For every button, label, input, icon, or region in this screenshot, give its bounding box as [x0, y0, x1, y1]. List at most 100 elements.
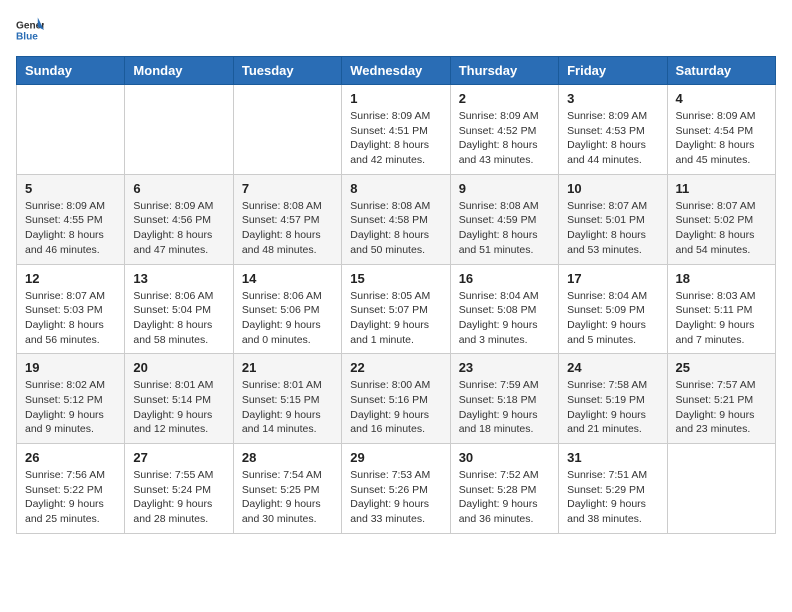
- day-info: Sunrise: 7:51 AM Sunset: 5:29 PM Dayligh…: [567, 468, 658, 527]
- day-number: 22: [350, 360, 441, 375]
- calendar-cell: 31 Sunrise: 7:51 AM Sunset: 5:29 PM Dayli…: [559, 444, 667, 534]
- day-info: Sunrise: 8:06 AM Sunset: 5:04 PM Dayligh…: [133, 289, 224, 348]
- day-number: 31: [567, 450, 658, 465]
- day-of-week-header: Friday: [559, 57, 667, 85]
- day-info: Sunrise: 8:03 AM Sunset: 5:11 PM Dayligh…: [676, 289, 767, 348]
- calendar-cell: [17, 85, 125, 175]
- day-info: Sunrise: 7:56 AM Sunset: 5:22 PM Dayligh…: [25, 468, 116, 527]
- calendar-cell: 17Sunrise: 8:04 AM Sunset: 5:09 PM Dayli…: [559, 264, 667, 354]
- calendar-cell: 10Sunrise: 8:07 AM Sunset: 5:01 PM Dayli…: [559, 174, 667, 264]
- day-number: 7: [242, 181, 333, 196]
- day-info: Sunrise: 8:09 AM Sunset: 4:51 PM Dayligh…: [350, 109, 441, 168]
- day-info: Sunrise: 7:58 AM Sunset: 5:19 PM Dayligh…: [567, 378, 658, 437]
- day-number: 30: [459, 450, 550, 465]
- day-number: 27: [133, 450, 224, 465]
- day-number: 21: [242, 360, 333, 375]
- calendar-header-row: SundayMondayTuesdayWednesdayThursdayFrid…: [17, 57, 776, 85]
- day-of-week-header: Monday: [125, 57, 233, 85]
- day-of-week-header: Wednesday: [342, 57, 450, 85]
- calendar-cell: 22 Sunrise: 8:00 AM Sunset: 5:16 PM Dayli…: [342, 354, 450, 444]
- calendar-cell: 16Sunrise: 8:04 AM Sunset: 5:08 PM Dayli…: [450, 264, 558, 354]
- day-info: Sunrise: 8:06 AM Sunset: 5:06 PM Dayligh…: [242, 289, 333, 348]
- day-info: Sunrise: 7:55 AM Sunset: 5:24 PM Dayligh…: [133, 468, 224, 527]
- calendar-cell: 14 Sunrise: 8:06 AM Sunset: 5:06 PM Dayli…: [233, 264, 341, 354]
- calendar-cell: 8Sunrise: 8:08 AM Sunset: 4:58 PM Daylig…: [342, 174, 450, 264]
- calendar-cell: 7 Sunrise: 8:08 AM Sunset: 4:57 PM Daylig…: [233, 174, 341, 264]
- day-of-week-header: Sunday: [17, 57, 125, 85]
- calendar-cell: 24 Sunrise: 7:58 AM Sunset: 5:19 PM Dayli…: [559, 354, 667, 444]
- day-number: 28: [242, 450, 333, 465]
- day-number: 26: [25, 450, 116, 465]
- calendar-cell: 3 Sunrise: 8:09 AM Sunset: 4:53 PM Daylig…: [559, 85, 667, 175]
- calendar-week-row: 5Sunrise: 8:09 AM Sunset: 4:55 PM Daylig…: [17, 174, 776, 264]
- day-info: Sunrise: 7:59 AM Sunset: 5:18 PM Dayligh…: [459, 378, 550, 437]
- calendar-cell: 20Sunrise: 8:01 AM Sunset: 5:14 PM Dayli…: [125, 354, 233, 444]
- calendar-cell: 28Sunrise: 7:54 AM Sunset: 5:25 PM Dayli…: [233, 444, 341, 534]
- day-number: 10: [567, 181, 658, 196]
- day-info: Sunrise: 8:09 AM Sunset: 4:53 PM Dayligh…: [567, 109, 658, 168]
- day-number: 29: [350, 450, 441, 465]
- day-info: Sunrise: 7:52 AM Sunset: 5:28 PM Dayligh…: [459, 468, 550, 527]
- svg-text:Blue: Blue: [16, 31, 38, 42]
- day-info: Sunrise: 8:08 AM Sunset: 4:57 PM Dayligh…: [242, 199, 333, 258]
- day-number: 17: [567, 271, 658, 286]
- day-number: 9: [459, 181, 550, 196]
- calendar-cell: [125, 85, 233, 175]
- calendar-cell: 11 Sunrise: 8:07 AM Sunset: 5:02 PM Dayli…: [667, 174, 775, 264]
- calendar-cell: 1 Sunrise: 8:09 AM Sunset: 4:51 PM Daylig…: [342, 85, 450, 175]
- day-number: 4: [676, 91, 767, 106]
- day-number: 6: [133, 181, 224, 196]
- calendar-cell: 13 Sunrise: 8:06 AM Sunset: 5:04 PM Dayli…: [125, 264, 233, 354]
- calendar-cell: 23 Sunrise: 7:59 AM Sunset: 5:18 PM Dayli…: [450, 354, 558, 444]
- calendar-cell: 29Sunrise: 7:53 AM Sunset: 5:26 PM Dayli…: [342, 444, 450, 534]
- day-info: Sunrise: 8:05 AM Sunset: 5:07 PM Dayligh…: [350, 289, 441, 348]
- day-number: 16: [459, 271, 550, 286]
- day-info: Sunrise: 8:02 AM Sunset: 5:12 PM Dayligh…: [25, 378, 116, 437]
- day-info: Sunrise: 8:07 AM Sunset: 5:03 PM Dayligh…: [25, 289, 116, 348]
- calendar-cell: 25 Sunrise: 7:57 AM Sunset: 5:21 PM Dayli…: [667, 354, 775, 444]
- calendar-cell: 19 Sunrise: 8:02 AM Sunset: 5:12 PM Dayli…: [17, 354, 125, 444]
- calendar-week-row: 1 Sunrise: 8:09 AM Sunset: 4:51 PM Daylig…: [17, 85, 776, 175]
- day-info: Sunrise: 8:07 AM Sunset: 5:02 PM Dayligh…: [676, 199, 767, 258]
- calendar-week-row: 19 Sunrise: 8:02 AM Sunset: 5:12 PM Dayli…: [17, 354, 776, 444]
- calendar-cell: 5Sunrise: 8:09 AM Sunset: 4:55 PM Daylig…: [17, 174, 125, 264]
- day-number: 12: [25, 271, 116, 286]
- day-number: 19: [25, 360, 116, 375]
- day-info: Sunrise: 7:57 AM Sunset: 5:21 PM Dayligh…: [676, 378, 767, 437]
- calendar-cell: 27 Sunrise: 7:55 AM Sunset: 5:24 PM Dayli…: [125, 444, 233, 534]
- day-number: 11: [676, 181, 767, 196]
- day-info: Sunrise: 8:00 AM Sunset: 5:16 PM Dayligh…: [350, 378, 441, 437]
- calendar-cell: 2 Sunrise: 8:09 AM Sunset: 4:52 PM Daylig…: [450, 85, 558, 175]
- day-number: 24: [567, 360, 658, 375]
- calendar-cell: 18 Sunrise: 8:03 AM Sunset: 5:11 PM Dayli…: [667, 264, 775, 354]
- day-info: Sunrise: 8:08 AM Sunset: 4:59 PM Dayligh…: [459, 199, 550, 258]
- calendar-table: SundayMondayTuesdayWednesdayThursdayFrid…: [16, 56, 776, 534]
- calendar-cell: 6Sunrise: 8:09 AM Sunset: 4:56 PM Daylig…: [125, 174, 233, 264]
- day-number: 15: [350, 271, 441, 286]
- day-number: 1: [350, 91, 441, 106]
- day-number: 25: [676, 360, 767, 375]
- calendar-week-row: 26 Sunrise: 7:56 AM Sunset: 5:22 PM Dayli…: [17, 444, 776, 534]
- day-number: 13: [133, 271, 224, 286]
- day-number: 5: [25, 181, 116, 196]
- day-of-week-header: Saturday: [667, 57, 775, 85]
- calendar-cell: [233, 85, 341, 175]
- day-number: 3: [567, 91, 658, 106]
- day-number: 18: [676, 271, 767, 286]
- day-info: Sunrise: 8:09 AM Sunset: 4:54 PM Dayligh…: [676, 109, 767, 168]
- calendar-week-row: 12 Sunrise: 8:07 AM Sunset: 5:03 PM Dayli…: [17, 264, 776, 354]
- calendar-cell: 26 Sunrise: 7:56 AM Sunset: 5:22 PM Dayli…: [17, 444, 125, 534]
- day-number: 14: [242, 271, 333, 286]
- calendar-cell: 21Sunrise: 8:01 AM Sunset: 5:15 PM Dayli…: [233, 354, 341, 444]
- day-of-week-header: Tuesday: [233, 57, 341, 85]
- calendar-cell: 12 Sunrise: 8:07 AM Sunset: 5:03 PM Dayli…: [17, 264, 125, 354]
- day-info: Sunrise: 8:08 AM Sunset: 4:58 PM Dayligh…: [350, 199, 441, 258]
- logo-icon: General Blue: [16, 16, 44, 44]
- day-info: Sunrise: 8:09 AM Sunset: 4:52 PM Dayligh…: [459, 109, 550, 168]
- calendar-cell: 9 Sunrise: 8:08 AM Sunset: 4:59 PM Daylig…: [450, 174, 558, 264]
- calendar-cell: 4 Sunrise: 8:09 AM Sunset: 4:54 PM Daylig…: [667, 85, 775, 175]
- day-number: 2: [459, 91, 550, 106]
- day-number: 23: [459, 360, 550, 375]
- calendar-cell: 30 Sunrise: 7:52 AM Sunset: 5:28 PM Dayli…: [450, 444, 558, 534]
- day-of-week-header: Thursday: [450, 57, 558, 85]
